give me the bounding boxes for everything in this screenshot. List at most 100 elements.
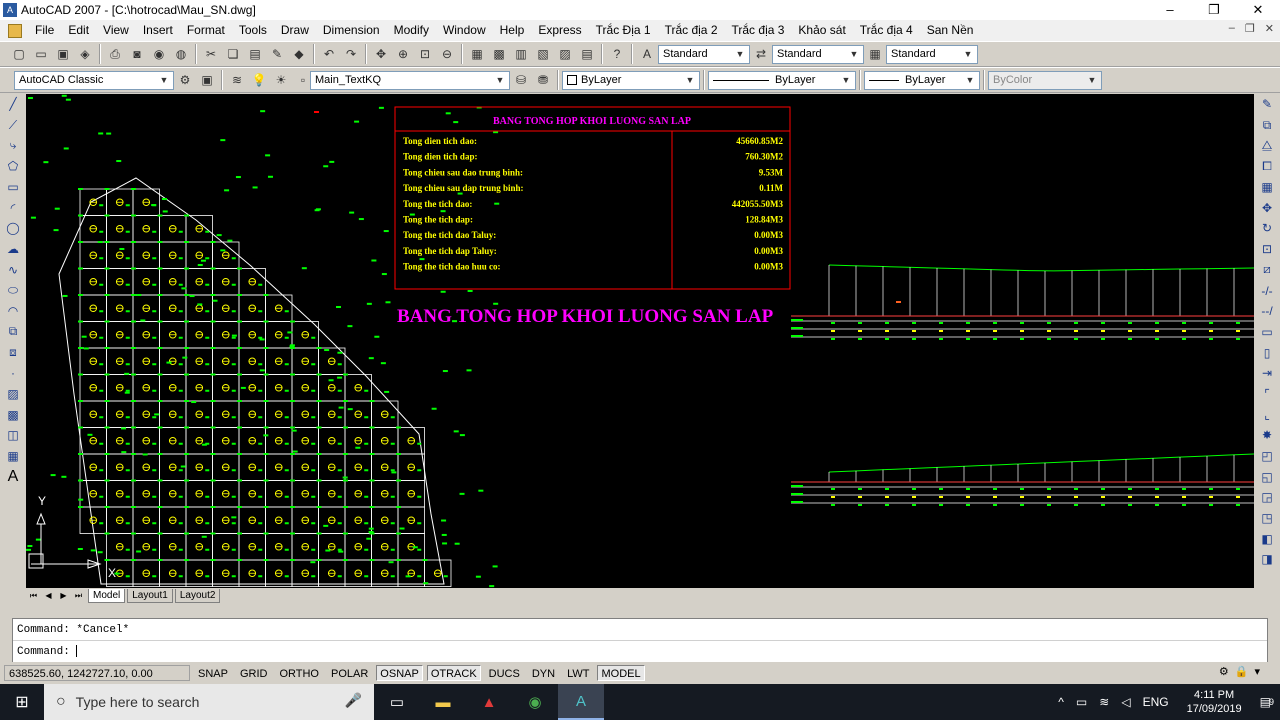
- save-workspace-icon[interactable]: ▣: [198, 71, 216, 89]
- break-icon[interactable]: ▯: [1254, 342, 1280, 363]
- rotate-icon[interactable]: ↻: [1254, 218, 1280, 239]
- design-center-icon[interactable]: ▩: [490, 45, 508, 63]
- insert-block-icon[interactable]: ⧉: [0, 322, 26, 343]
- spline-icon[interactable]: ∿: [0, 260, 26, 281]
- match-properties-icon[interactable]: ✎: [268, 45, 286, 63]
- windows-start-icon[interactable]: ⊞: [0, 684, 44, 720]
- properties-icon[interactable]: ▦: [468, 45, 486, 63]
- polygon-icon[interactable]: ⬠: [0, 156, 26, 177]
- line-icon[interactable]: ╱: [0, 94, 26, 115]
- new-file-icon[interactable]: ▢: [10, 45, 28, 63]
- menu-trac-dia-2[interactable]: Trắc địa 2: [658, 20, 725, 41]
- command-input-line[interactable]: Command:: [13, 641, 1267, 663]
- dimension-style-icon[interactable]: ⇄: [752, 45, 770, 63]
- workspace-settings-icon[interactable]: ⚙: [176, 71, 194, 89]
- tab-layout2[interactable]: Layout2: [174, 589, 221, 603]
- rectangle-icon[interactable]: ▭: [0, 177, 26, 198]
- chrome-icon[interactable]: ◉: [512, 684, 558, 720]
- send-hatch-back-icon[interactable]: ◨: [1254, 549, 1280, 570]
- save-as-icon[interactable]: ◈: [76, 45, 94, 63]
- layer-manager-icon[interactable]: ≋: [228, 71, 246, 89]
- print-icon[interactable]: ⎙: [106, 45, 124, 63]
- trim-icon[interactable]: -/-: [1254, 280, 1280, 301]
- zoom-realtime-icon[interactable]: ⊕: [394, 45, 412, 63]
- redo-icon[interactable]: ↷: [342, 45, 360, 63]
- menu-khao-sat[interactable]: Khảo sát: [791, 20, 852, 41]
- menu-edit[interactable]: Edit: [61, 20, 96, 41]
- array-icon[interactable]: ▦: [1254, 177, 1280, 198]
- menu-draw[interactable]: Draw: [274, 20, 316, 41]
- multiline-text-icon[interactable]: A: [0, 466, 26, 487]
- menu-insert[interactable]: Insert: [136, 20, 180, 41]
- tab-layout1[interactable]: Layout1: [127, 589, 173, 603]
- draworder-under-icon[interactable]: ◳: [1254, 508, 1280, 529]
- erase-icon[interactable]: ✎: [1254, 94, 1280, 115]
- draworder-back-icon[interactable]: ◱: [1254, 466, 1280, 487]
- layer-previous-icon[interactable]: ⛃: [534, 71, 552, 89]
- color-select[interactable]: ByLayer ▼: [562, 70, 700, 90]
- menu-view[interactable]: View: [96, 20, 136, 41]
- scale-icon[interactable]: ⊡: [1254, 239, 1280, 260]
- close-button[interactable]: ✕: [1236, 0, 1280, 20]
- fillet-icon[interactable]: ⌞: [1254, 404, 1280, 425]
- region-icon[interactable]: ◫: [0, 425, 26, 446]
- ellipse-arc-icon[interactable]: ◠: [0, 301, 26, 322]
- menu-trac-dia-1[interactable]: Trắc Địa 1: [589, 20, 658, 41]
- taskbar-search-box[interactable]: ○ Type here to search 🎤: [44, 684, 374, 720]
- join-icon[interactable]: ⇥: [1254, 363, 1280, 384]
- communication-center-icon[interactable]: ⚙: [1219, 665, 1229, 678]
- tab-model[interactable]: Model: [88, 589, 126, 603]
- mirror-icon[interactable]: ⧋: [1254, 135, 1280, 156]
- zoom-window-icon[interactable]: ⊡: [416, 45, 434, 63]
- make-object-layer-current-icon[interactable]: ⛁: [512, 71, 530, 89]
- osnap-toggle[interactable]: OSNAP: [376, 665, 423, 681]
- table-style-icon[interactable]: ▦: [866, 45, 884, 63]
- model-toggle[interactable]: MODEL: [597, 665, 645, 681]
- autocad-app-icon[interactable]: A: [3, 3, 17, 17]
- file-explorer-icon[interactable]: ▬: [420, 684, 466, 720]
- print-preview-icon[interactable]: ◙: [128, 45, 146, 63]
- last-tab-button[interactable]: ⏭: [72, 590, 85, 602]
- paste-icon[interactable]: ▤: [246, 45, 264, 63]
- grid-toggle[interactable]: GRID: [236, 665, 272, 681]
- markup-icon[interactable]: ▨: [556, 45, 574, 63]
- battery-icon[interactable]: ▭: [1076, 695, 1087, 709]
- doc-restore-button[interactable]: ❐: [1245, 22, 1255, 35]
- stretch-icon[interactable]: ⧄: [1254, 260, 1280, 281]
- polar-toggle[interactable]: POLAR: [327, 665, 372, 681]
- help-icon[interactable]: ?: [608, 45, 626, 63]
- menu-format[interactable]: Format: [180, 20, 232, 41]
- menu-modify[interactable]: Modify: [387, 20, 436, 41]
- table-icon[interactable]: ▦: [0, 446, 26, 467]
- bring-text-front-icon[interactable]: ◧: [1254, 528, 1280, 549]
- snap-toggle[interactable]: SNAP: [194, 665, 232, 681]
- otrack-toggle[interactable]: OTRACK: [426, 665, 481, 681]
- chamfer-icon[interactable]: ⌜: [1254, 384, 1280, 405]
- text-style-select[interactable]: Standard ▼: [658, 44, 750, 64]
- polyline-icon[interactable]: ⤷: [0, 135, 26, 156]
- arc-icon[interactable]: ◜: [0, 197, 26, 218]
- menu-trac-dia-4[interactable]: Trắc địa 4: [853, 20, 920, 41]
- cut-icon[interactable]: ✂: [202, 45, 220, 63]
- lineweight-select[interactable]: ByLayer ▼: [864, 70, 980, 90]
- explode-icon[interactable]: ✸: [1254, 425, 1280, 446]
- show-hidden-icons-icon[interactable]: ^: [1058, 695, 1064, 709]
- coordinate-display[interactable]: 638525.60, 1242727.10, 0.00: [4, 665, 190, 681]
- menu-express[interactable]: Express: [531, 20, 588, 41]
- minimize-button[interactable]: –: [1148, 0, 1192, 20]
- autocad-taskbar-icon[interactable]: A: [558, 684, 604, 720]
- hatch-icon[interactable]: ▨: [0, 384, 26, 405]
- construction-line-icon[interactable]: ⟋: [0, 115, 26, 136]
- workspace-select[interactable]: AutoCAD Classic ▼: [14, 70, 174, 90]
- offset-icon[interactable]: ⧠: [1254, 156, 1280, 177]
- tool-palettes-icon[interactable]: ▥: [512, 45, 530, 63]
- layer-on-bulb-icon[interactable]: 💡: [250, 71, 268, 89]
- lwt-toggle[interactable]: LWT: [563, 665, 593, 681]
- circle-icon[interactable]: ◯: [0, 218, 26, 239]
- model-space-canvas[interactable]: BANG TONG HOP KHOI LUONG SAN LAP Tong di…: [26, 94, 1254, 588]
- menu-window[interactable]: Window: [436, 20, 493, 41]
- open-file-icon[interactable]: ▭: [32, 45, 50, 63]
- prev-tab-button[interactable]: ◀: [42, 590, 55, 602]
- next-tab-button[interactable]: ▶: [57, 590, 70, 602]
- block-editor-icon[interactable]: ◆: [290, 45, 308, 63]
